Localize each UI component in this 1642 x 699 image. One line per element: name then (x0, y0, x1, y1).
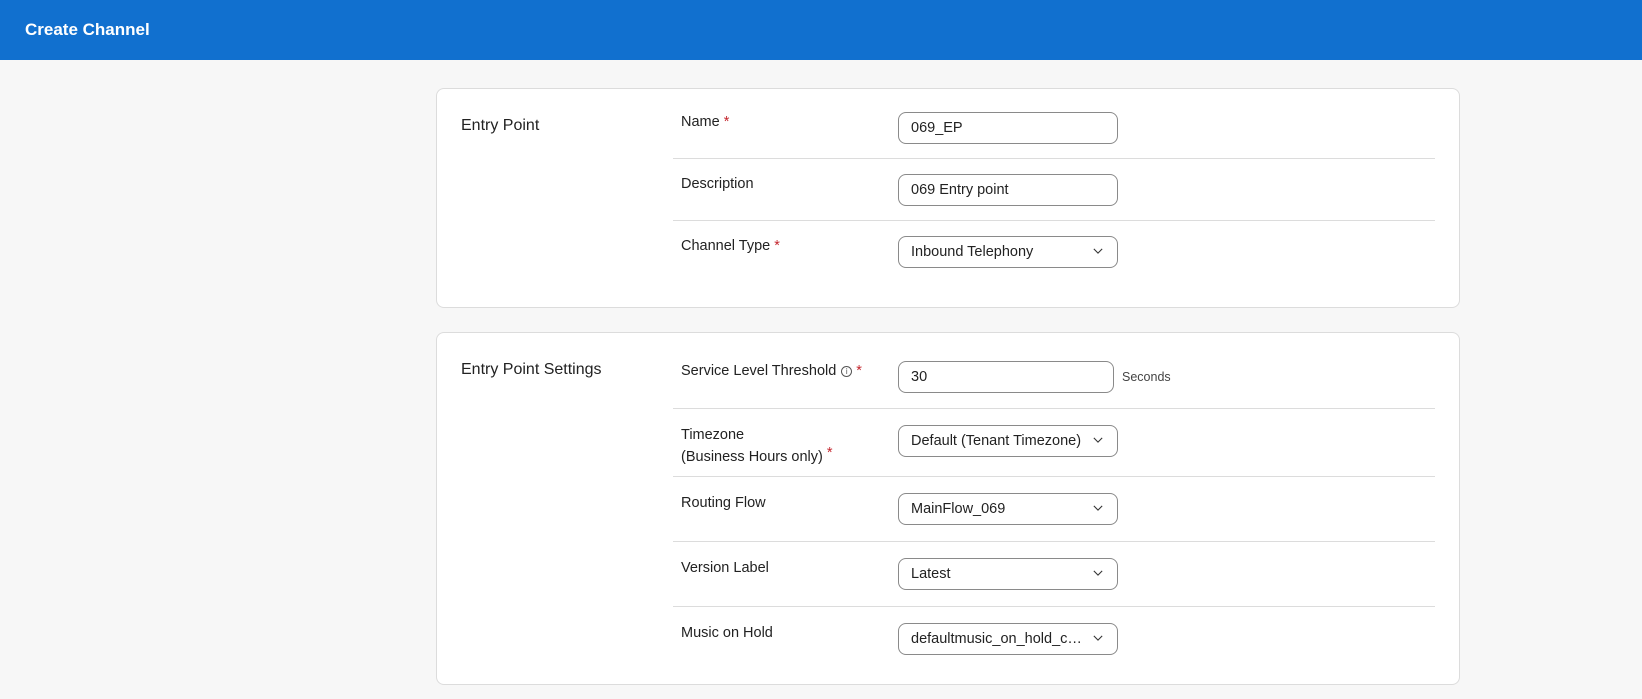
version-label-label: Version Label (681, 560, 769, 576)
music-on-hold-label: Music on Hold (681, 625, 773, 641)
version-label-row: Version Label Latest (673, 542, 1435, 607)
description-label: Description (681, 176, 754, 192)
routing-flow-select[interactable]: MainFlow_069 (898, 493, 1118, 525)
entry-point-card: Entry Point Name* Description Channel Ty… (436, 88, 1460, 308)
description-input[interactable] (898, 174, 1118, 206)
entry-point-settings-card: Entry Point Settings Service Level Thres… (436, 332, 1460, 685)
channel-type-row: Channel Type * Inbound Telephony (673, 221, 1435, 291)
version-label-select[interactable]: Latest (898, 558, 1118, 590)
channel-type-select[interactable]: Inbound Telephony (898, 236, 1118, 268)
timezone-row: Timezone (Business Hours only) * Default … (673, 409, 1435, 477)
timezone-select[interactable]: Default (Tenant Timezone) (898, 425, 1118, 457)
channel-type-label: Channel Type * (681, 238, 780, 254)
description-row: Description (673, 159, 1435, 221)
routing-flow-row: Routing Flow MainFlow_069 (673, 477, 1435, 542)
service-level-label: Service Level Threshold i * (681, 363, 862, 379)
entry-point-title: Entry Point (461, 117, 540, 134)
routing-flow-label: Routing Flow (681, 495, 766, 511)
name-row: Name * (673, 89, 1435, 159)
music-on-hold-select[interactable]: defaultmusic_on_hold_cisco.wav (898, 623, 1118, 655)
chevron-down-icon (1093, 635, 1103, 641)
chevron-down-icon (1093, 248, 1103, 254)
chevron-down-icon (1093, 505, 1103, 511)
top-bar: Create Channel (0, 0, 1642, 60)
page-title: Create Channel (25, 20, 150, 39)
seconds-suffix: Seconds (1122, 370, 1171, 384)
name-label: Name * (681, 114, 730, 130)
timezone-label: Timezone (Business Hours only) * (681, 427, 833, 465)
name-input[interactable] (898, 112, 1118, 144)
service-level-input[interactable] (898, 361, 1114, 393)
service-level-row: Service Level Thresholdi* Seconds (673, 333, 1435, 409)
chevron-down-icon (1093, 437, 1103, 443)
music-on-hold-row: Music on Hold defaultmusic_on_hold_cisco… (673, 607, 1435, 677)
entry-point-settings-title: Entry Point Settings (461, 361, 602, 378)
info-icon[interactable]: i (841, 366, 853, 377)
chevron-down-icon (1093, 570, 1103, 576)
